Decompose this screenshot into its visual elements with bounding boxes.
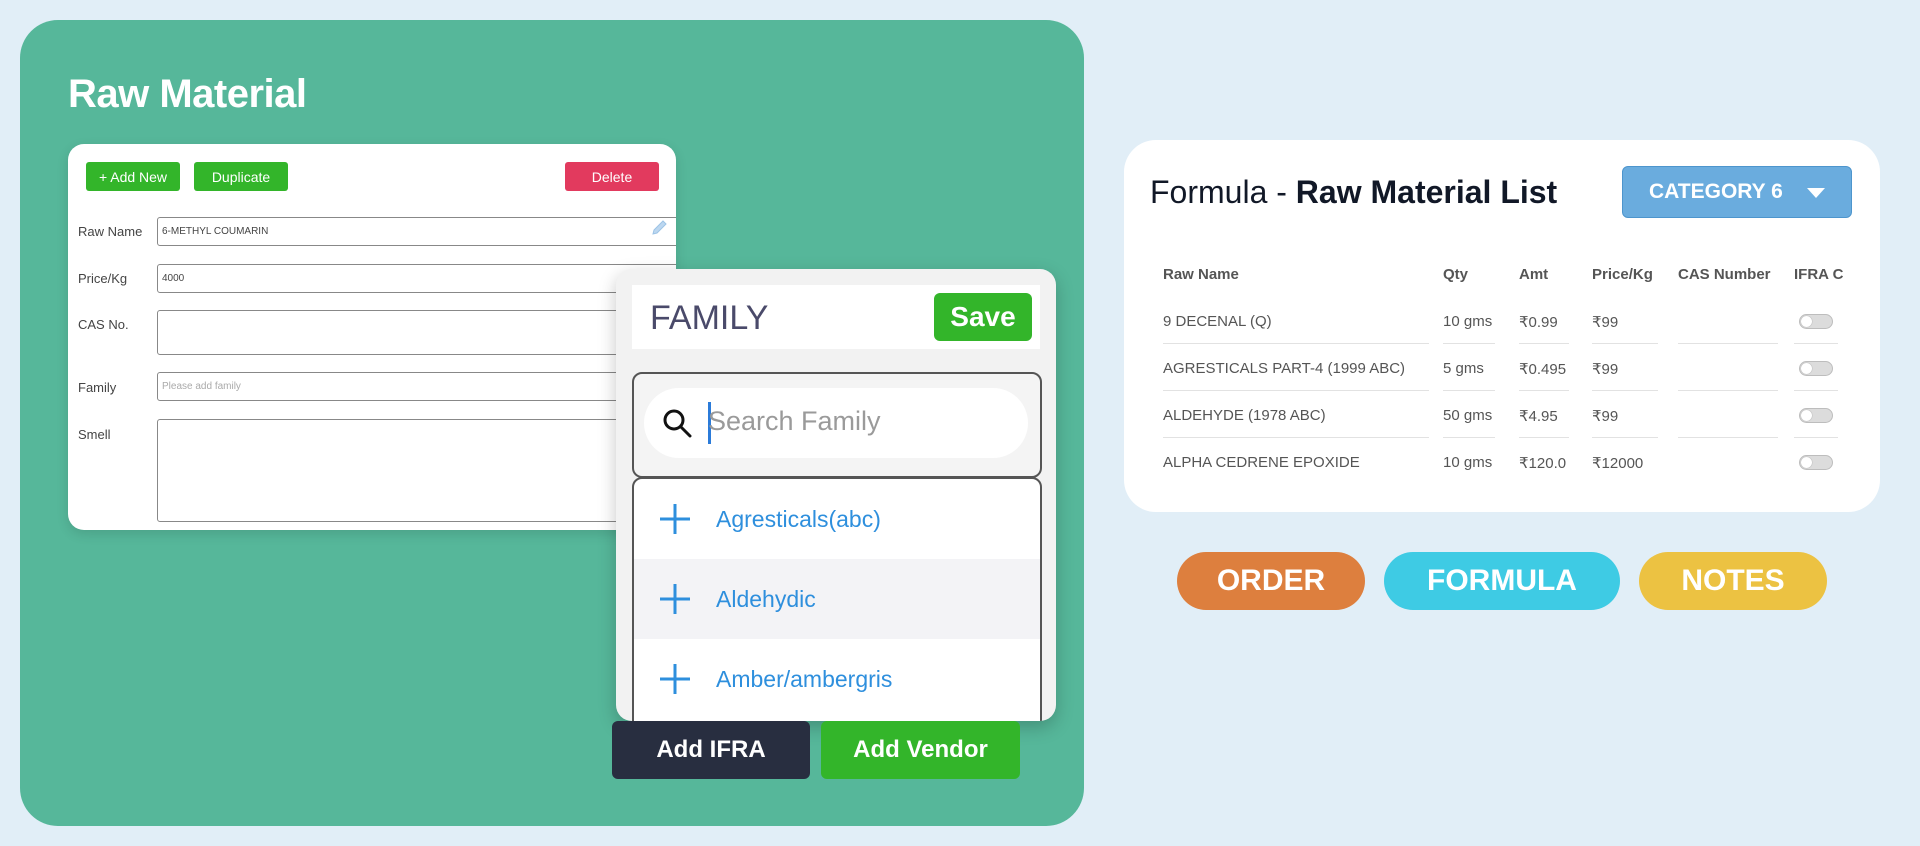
ifra-toggle[interactable] xyxy=(1799,408,1833,423)
row-amt: ₹120.0 xyxy=(1519,455,1567,472)
column-header: Qty xyxy=(1443,266,1469,283)
raw-name-label: Raw Name xyxy=(78,224,143,239)
row-name: ALDEHYDE (1978 ABC) xyxy=(1163,407,1326,424)
category-value: CATEGORY 6 xyxy=(1649,180,1783,203)
row-divider xyxy=(1794,343,1838,344)
row-divider xyxy=(1794,437,1838,438)
family-input[interactable]: Please add family xyxy=(157,372,676,401)
row-divider xyxy=(1592,343,1658,344)
column-header: Price/Kg xyxy=(1592,266,1653,283)
add-vendor-button[interactable]: Add Vendor xyxy=(821,721,1020,779)
pencil-icon[interactable] xyxy=(650,217,670,237)
page-title: Raw Material xyxy=(68,72,307,116)
formula-card: Formula - Raw Material List CATEGORY 6 R… xyxy=(1124,140,1880,512)
row-divider xyxy=(1678,390,1778,391)
family-popup: FAMILY Save Search Family Agresticals(ab… xyxy=(616,269,1056,721)
row-amt: ₹0.99 xyxy=(1519,314,1558,331)
category-dropdown[interactable]: CATEGORY 6 xyxy=(1622,166,1852,218)
formula-title: Formula - Raw Material List xyxy=(1150,174,1557,211)
row-divider xyxy=(1163,437,1429,438)
formula-title-prefix: Formula - xyxy=(1150,174,1296,210)
row-divider xyxy=(1443,343,1495,344)
price-input[interactable]: 4000 xyxy=(157,264,676,293)
cas-label: CAS No. xyxy=(78,317,129,332)
row-price: ₹99 xyxy=(1592,361,1619,378)
row-name: AGRESTICALS PART-4 (1999 ABC) xyxy=(1163,360,1406,377)
family-popup-title: FAMILY xyxy=(650,299,769,337)
notes-button[interactable]: NOTES xyxy=(1639,552,1827,610)
plus-icon xyxy=(660,664,690,694)
row-divider xyxy=(1794,390,1838,391)
ifra-toggle[interactable] xyxy=(1799,314,1833,329)
duplicate-button[interactable]: Duplicate xyxy=(194,162,288,191)
formula-button[interactable]: FORMULA xyxy=(1384,552,1620,610)
delete-button[interactable]: Delete xyxy=(565,162,659,191)
plus-icon xyxy=(660,504,690,534)
raw-material-panel: Raw Material + Add New Duplicate Delete … xyxy=(20,20,1084,826)
family-list-item[interactable]: Amber/ambergris xyxy=(634,639,1040,719)
raw-material-form: + Add New Duplicate Delete Raw Name 6-ME… xyxy=(68,144,676,530)
column-header: IFRA C xyxy=(1794,266,1844,283)
add-ifra-button[interactable]: Add IFRA xyxy=(612,721,810,779)
plus-icon xyxy=(660,584,690,614)
family-list: Agresticals(abc) Aldehydic Amber/ambergr… xyxy=(632,477,1042,721)
row-divider xyxy=(1678,437,1778,438)
search-icon xyxy=(663,409,692,438)
family-search-placeholder: Search Family xyxy=(708,406,881,436)
smell-label: Smell xyxy=(78,427,111,442)
row-name: ALPHA CEDRENE EPOXIDE xyxy=(1163,454,1360,471)
order-button[interactable]: ORDER xyxy=(1177,552,1365,610)
row-divider xyxy=(1592,390,1658,391)
family-search-input[interactable]: Search Family xyxy=(644,388,1028,458)
family-search-container: Search Family xyxy=(632,372,1042,478)
row-divider xyxy=(1519,343,1569,344)
row-divider xyxy=(1519,390,1569,391)
family-popup-header: FAMILY Save xyxy=(632,285,1040,349)
row-divider xyxy=(1163,343,1429,344)
family-list-item[interactable]: Agresticals(abc) xyxy=(634,479,1040,559)
ifra-toggle[interactable] xyxy=(1799,455,1833,470)
family-item-label: Aldehydic xyxy=(716,585,816,612)
row-divider xyxy=(1592,437,1658,438)
row-name: 9 DECENAL (Q) xyxy=(1163,313,1272,330)
raw-name-input[interactable]: 6-METHYL COUMARIN xyxy=(157,217,676,246)
row-divider xyxy=(1678,343,1778,344)
row-qty: 10 gms xyxy=(1443,313,1493,330)
row-divider xyxy=(1443,437,1495,438)
smell-textarea[interactable] xyxy=(157,419,676,522)
price-label: Price/Kg xyxy=(78,271,128,286)
row-divider xyxy=(1519,437,1569,438)
row-qty: 5 gms xyxy=(1443,360,1484,377)
family-item-label: Amber/ambergris xyxy=(716,665,893,692)
add-new-button[interactable]: + Add New xyxy=(86,162,180,191)
column-header: Amt xyxy=(1519,266,1549,283)
column-header: CAS Number xyxy=(1678,266,1771,283)
row-divider xyxy=(1443,390,1495,391)
formula-title-bold: Raw Material List xyxy=(1295,174,1558,210)
family-list-item[interactable]: Aldehydic xyxy=(634,559,1040,639)
row-qty: 50 gms xyxy=(1443,407,1493,424)
row-qty: 10 gms xyxy=(1443,454,1493,471)
column-header: Raw Name xyxy=(1163,266,1239,283)
family-label: Family xyxy=(78,380,117,395)
row-divider xyxy=(1163,390,1429,391)
row-price: ₹12000 xyxy=(1592,455,1644,472)
row-price: ₹99 xyxy=(1592,314,1619,331)
ifra-toggle[interactable] xyxy=(1799,361,1833,376)
row-amt: ₹4.95 xyxy=(1519,408,1558,425)
family-item-label: Agresticals(abc) xyxy=(716,505,881,532)
chevron-down-icon xyxy=(1807,188,1825,198)
row-amt: ₹0.495 xyxy=(1519,361,1567,378)
save-button[interactable]: Save xyxy=(934,293,1032,341)
row-price: ₹99 xyxy=(1592,408,1619,425)
cas-input[interactable] xyxy=(157,310,676,355)
